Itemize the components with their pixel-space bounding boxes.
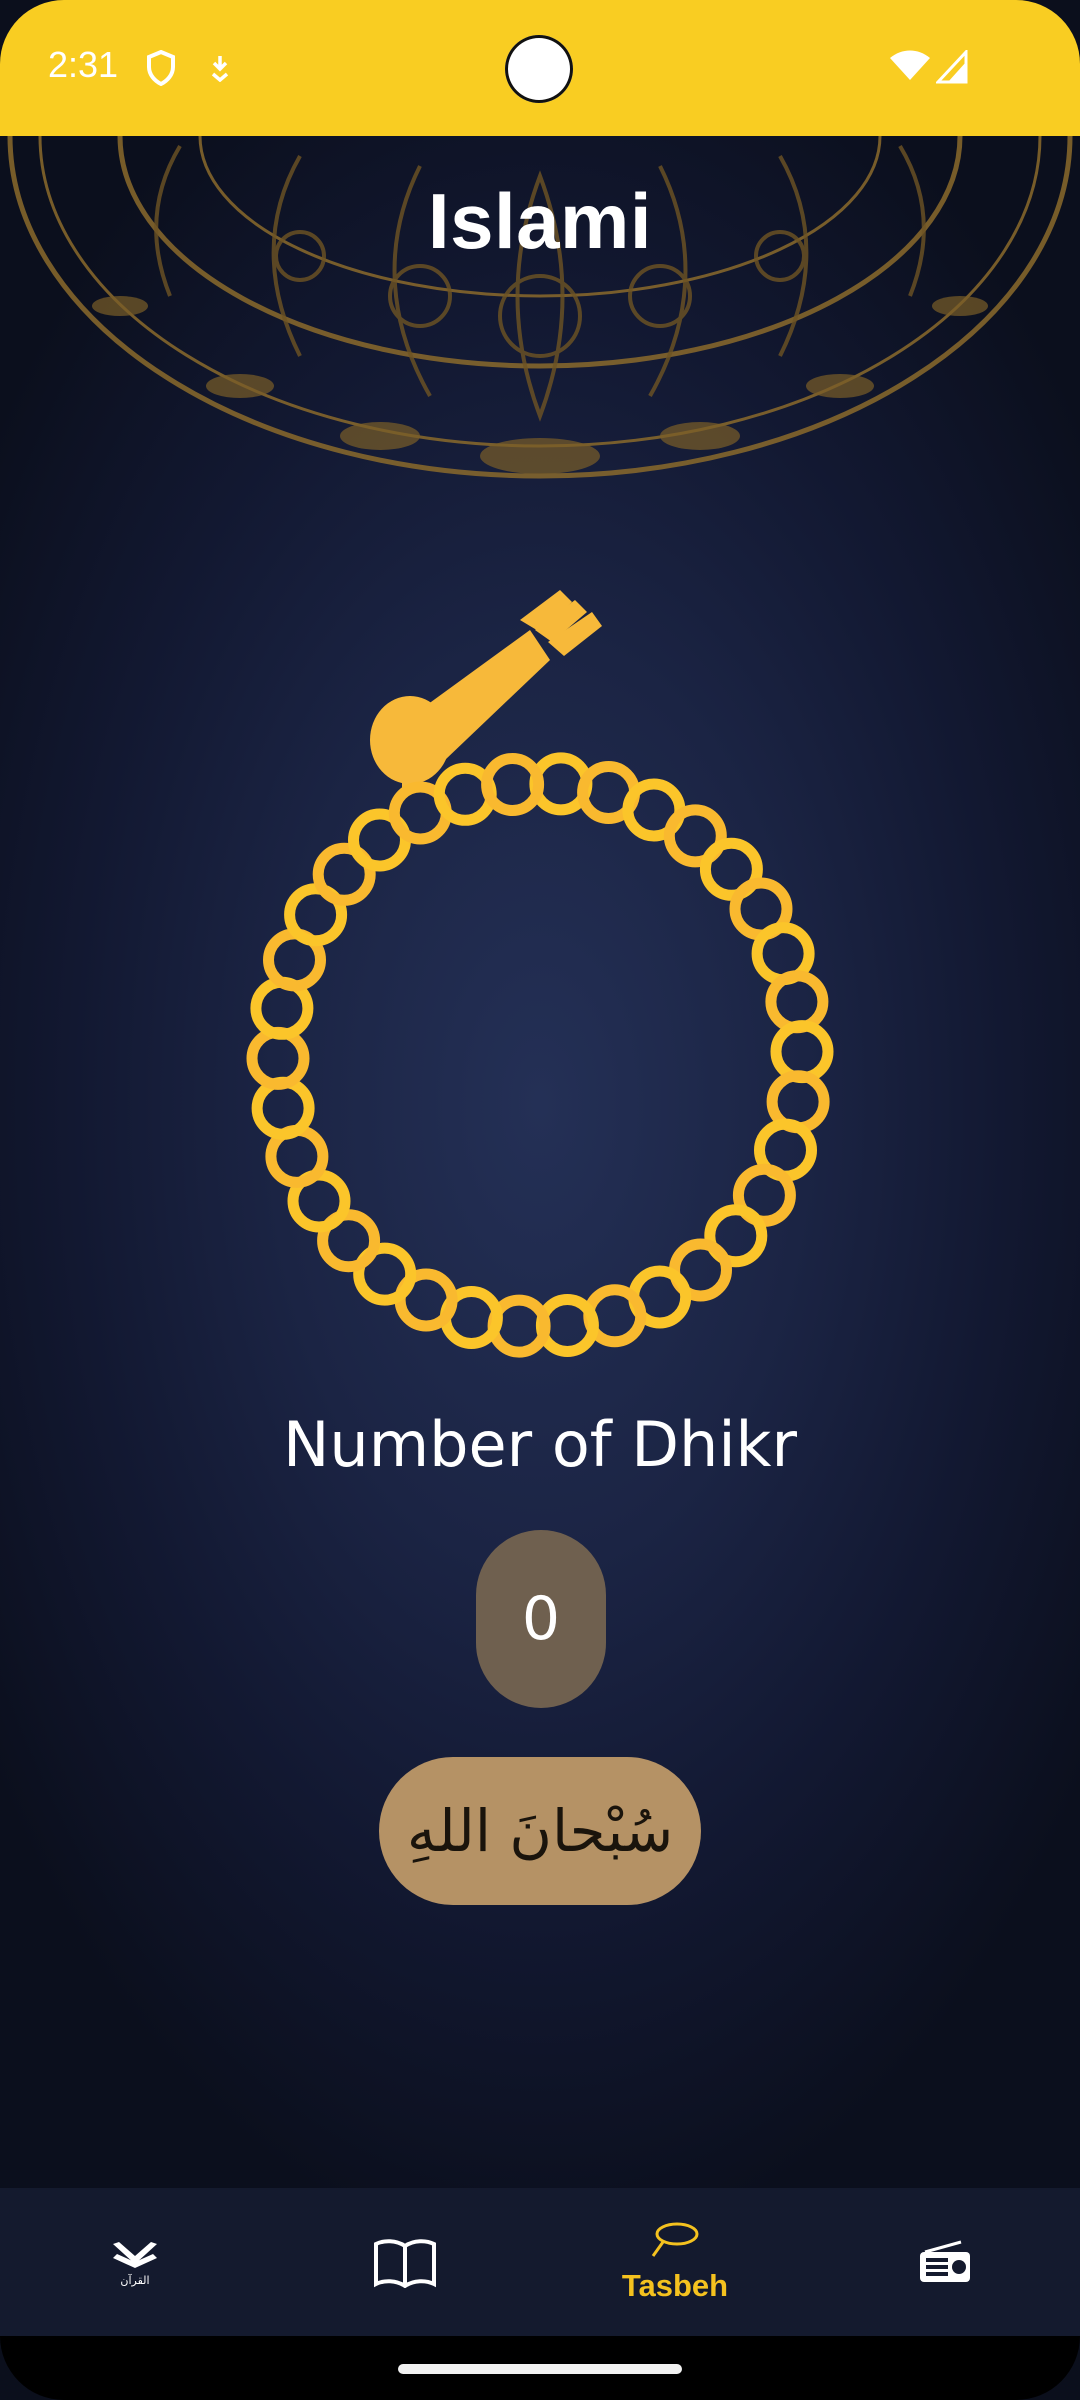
dhikr-counter: 0 [476,1530,606,1708]
shield-icon [147,50,175,86]
dhikr-count-label: Number of Dhikr [283,1408,797,1481]
download-icon [211,56,229,82]
bottom-navigation: القرآن Tasbeh [0,2188,1080,2336]
bead [246,1026,310,1090]
status-bar: 2:31 [0,0,1080,136]
bead [251,1076,315,1140]
nav-item-radio[interactable] [890,2188,1000,2336]
book-icon [374,2239,436,2288]
bead [765,970,829,1034]
cell-signal-icon [936,50,968,84]
radio-icon [920,2240,970,2282]
status-time: 2:31 [48,44,119,85]
dhikr-button[interactable]: سُبْحانَ اللهِ [379,1757,701,1905]
nav-item-quran[interactable]: القرآن [80,2188,190,2336]
wifi-icon [890,50,930,80]
quran-icon [113,2241,157,2268]
camera-cutout [505,35,573,103]
nav-label-quran: القرآن [120,2273,150,2287]
bead [770,1020,834,1084]
home-indicator[interactable] [398,2364,682,2374]
nav-item-hadith[interactable] [350,2188,460,2336]
app-title: Islami [427,177,653,265]
tasbeh-beads-image[interactable] [230,570,850,1370]
nav-label-tasbeh: Tasbeh [621,2268,729,2303]
app-screen: 2:31 Islami Number of Dhikr 0 سُبْحانَ ا… [0,0,1080,2400]
tasbeh-icon [651,2222,699,2257]
nav-item-tasbeh[interactable]: Tasbeh [600,2188,750,2336]
bead-ring [246,752,834,1358]
